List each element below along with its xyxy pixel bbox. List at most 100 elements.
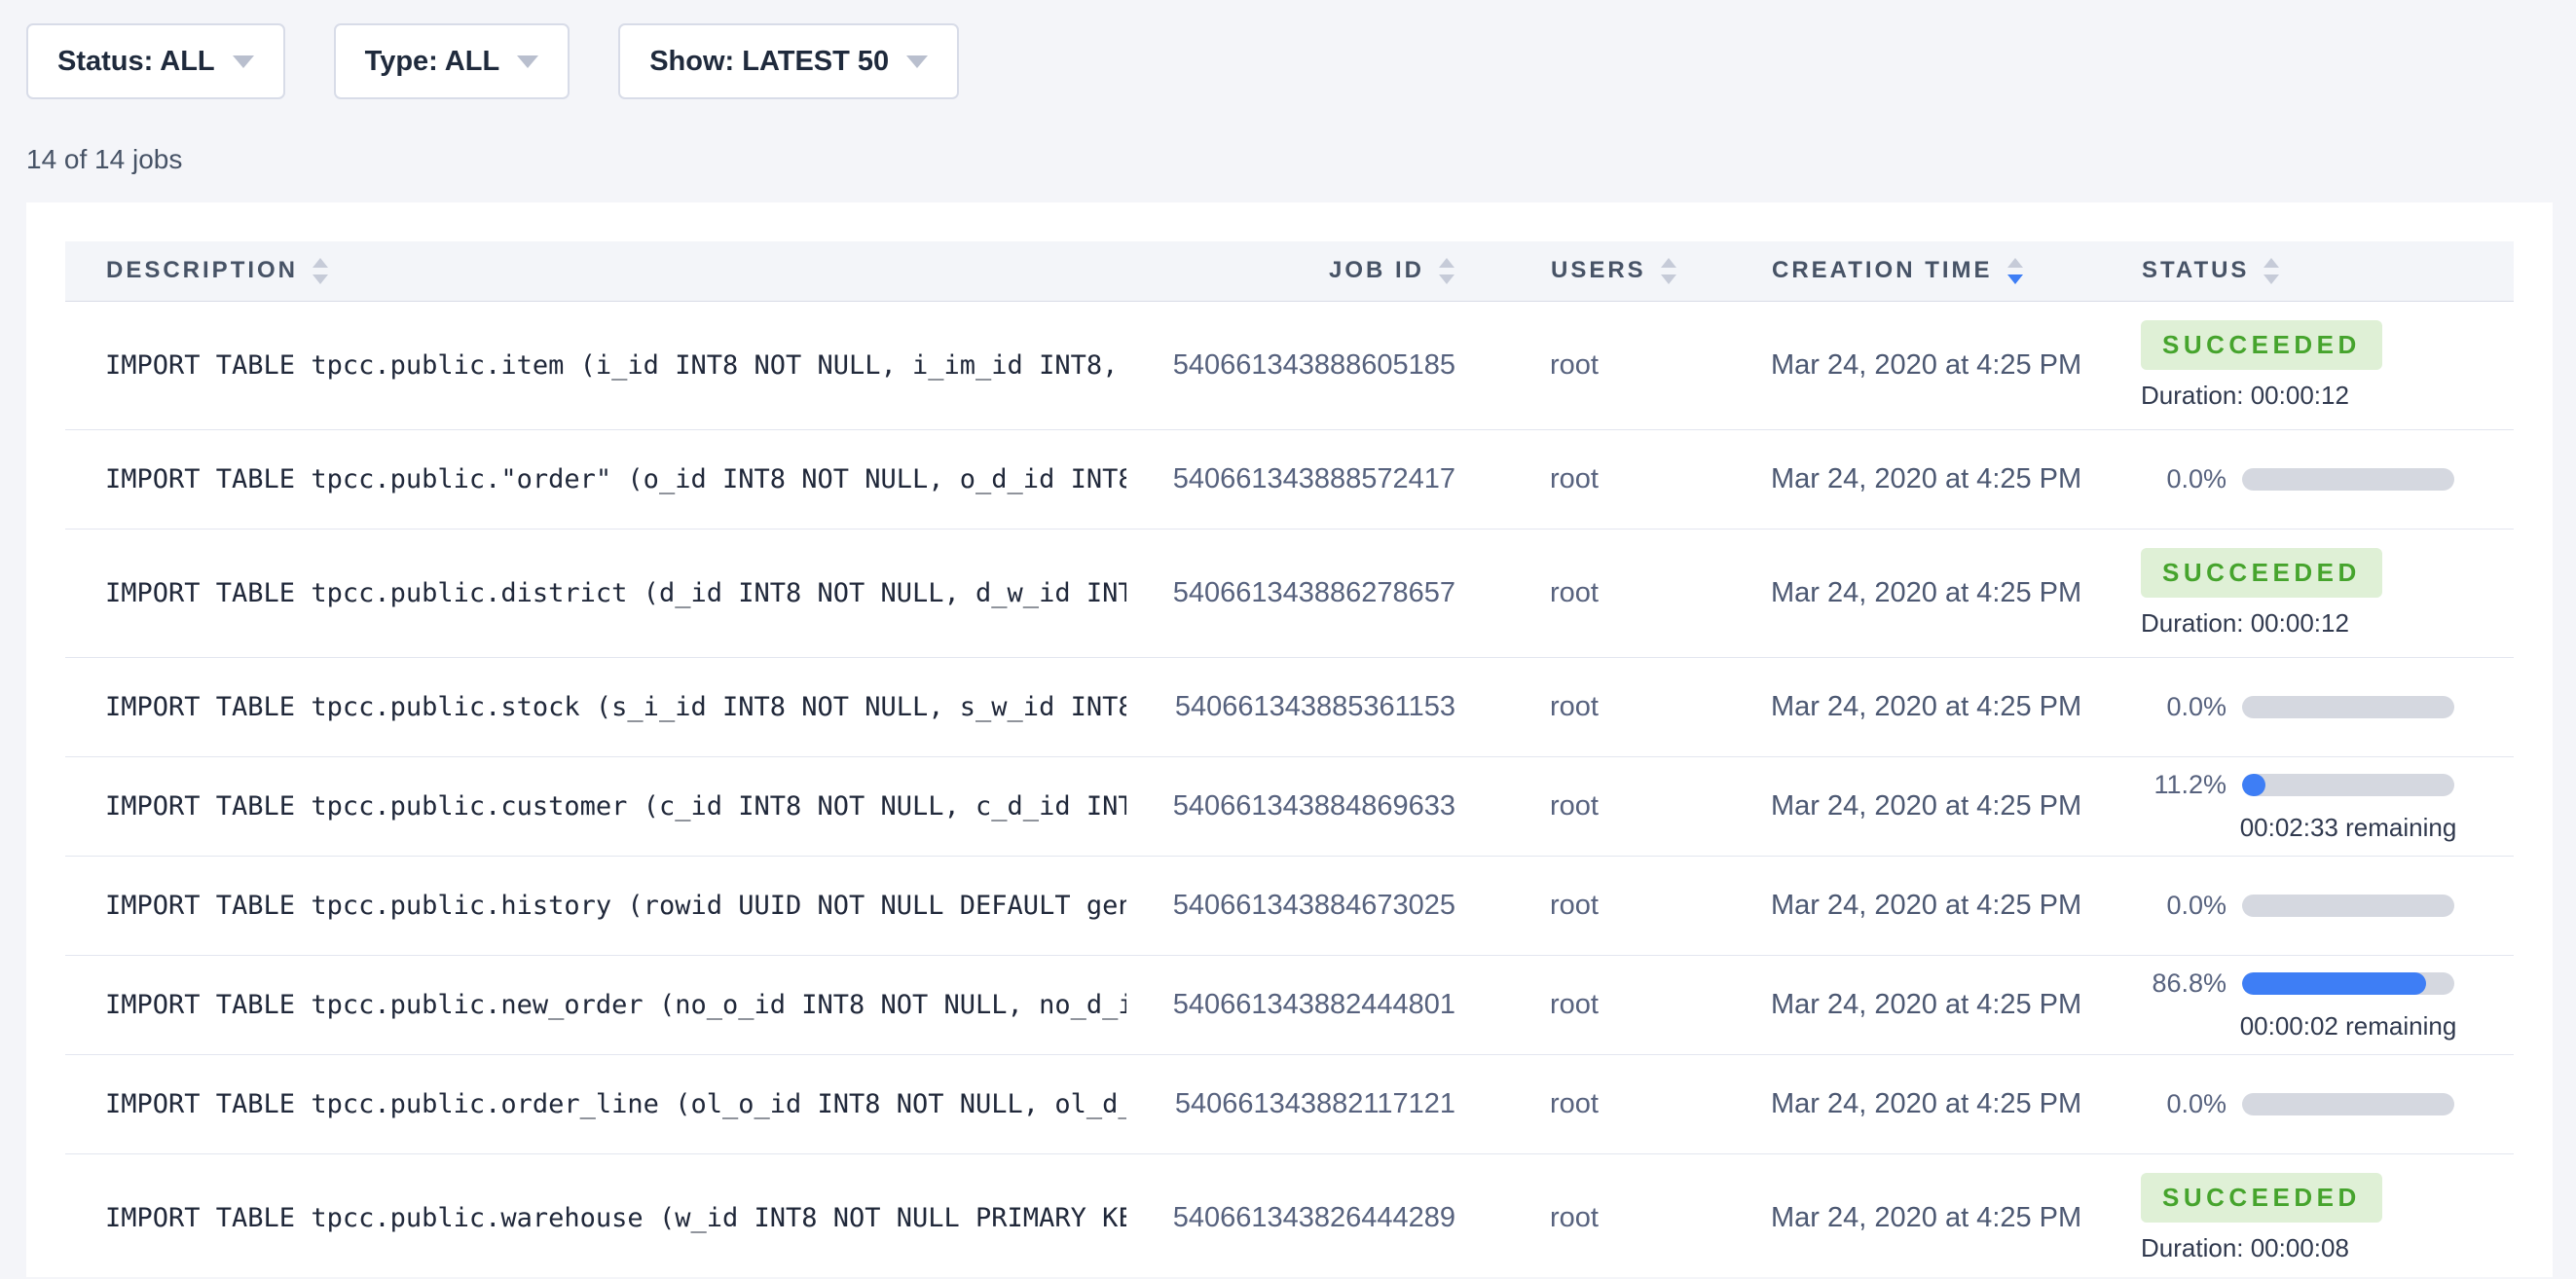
column-header-label: STATUS bbox=[2142, 257, 2249, 284]
job-user: root bbox=[1467, 429, 1691, 529]
status-badge: SUCCEEDED bbox=[2141, 548, 2382, 598]
table-row: IMPORT TABLE tpcc.public.district (d_id … bbox=[65, 529, 2514, 657]
column-header-users[interactable]: USERS bbox=[1467, 241, 1691, 301]
job-id-cell: 540661343884869633 bbox=[1126, 756, 1467, 856]
job-id-link[interactable]: 540661343888605185 bbox=[1173, 349, 1455, 381]
column-header-job_id[interactable]: JOB ID bbox=[1126, 241, 1467, 301]
column-header-label: USERS bbox=[1551, 257, 1646, 284]
job-creation-time: Mar 24, 2020 at 4:25 PM bbox=[1691, 429, 2061, 529]
job-status-cell: 0.0% bbox=[2061, 657, 2514, 756]
job-creation-time: Mar 24, 2020 at 4:25 PM bbox=[1691, 657, 2061, 756]
progress-line: 0.0% bbox=[2141, 891, 2513, 921]
sort-icons bbox=[2263, 258, 2279, 284]
table-row: IMPORT TABLE tpcc.public.warehouse (w_id… bbox=[65, 1153, 2514, 1277]
type-filter-dropdown[interactable]: Type: ALL bbox=[334, 23, 570, 99]
job-id-cell: 540661343886278657 bbox=[1126, 529, 1467, 657]
column-header-label: DESCRIPTION bbox=[106, 257, 298, 284]
column-header-creation_time[interactable]: CREATION TIME bbox=[1691, 241, 2061, 301]
progress-bar-track bbox=[2242, 895, 2454, 917]
table-row: IMPORT TABLE tpcc.public.stock (s_i_id I… bbox=[65, 657, 2514, 756]
progress-line: 11.2% bbox=[2141, 770, 2513, 800]
job-user: root bbox=[1467, 301, 1691, 429]
job-creation-time: Mar 24, 2020 at 4:25 PM bbox=[1691, 301, 2061, 429]
job-id-cell: 540661343882117121 bbox=[1126, 1054, 1467, 1153]
status-filter-label: Status: ALL bbox=[57, 46, 215, 78]
job-status-cell: SUCCEEDEDDuration: 00:00:08 bbox=[2061, 1153, 2514, 1277]
status-time-remaining: 00:02:33 remaining bbox=[2207, 813, 2489, 843]
job-id-cell: 540661343888572417 bbox=[1126, 429, 1467, 529]
jobs-table-card: DESCRIPTION JOB ID USERS CREATION TIME STATU… bbox=[26, 202, 2553, 1277]
job-description: IMPORT TABLE tpcc.public.customer (c_id … bbox=[65, 756, 1126, 856]
job-status-cell: 0.0% bbox=[2061, 429, 2514, 529]
progress-bar-track bbox=[2242, 1093, 2454, 1115]
progress-bar-fill bbox=[2242, 774, 2265, 796]
job-id-link[interactable]: 540661343884869633 bbox=[1173, 790, 1455, 822]
sort-asc-icon bbox=[313, 258, 328, 268]
sort-desc-icon bbox=[2007, 274, 2023, 284]
job-status-cell: SUCCEEDED Duration: 00:00:12 bbox=[2061, 529, 2514, 657]
job-status-cell: 86.8%00:00:02 remaining bbox=[2061, 955, 2514, 1054]
progress-line: 0.0% bbox=[2141, 692, 2513, 722]
job-user: root bbox=[1467, 955, 1691, 1054]
status-badge: SUCCEEDED bbox=[2141, 320, 2382, 370]
job-user: root bbox=[1467, 1153, 1691, 1277]
table-row: IMPORT TABLE tpcc.public.item (i_id INT8… bbox=[65, 301, 2514, 429]
job-id-cell: 540661343888605185 bbox=[1126, 301, 1467, 429]
job-creation-time: Mar 24, 2020 at 4:25 PM bbox=[1691, 1054, 2061, 1153]
job-id-link[interactable]: 540661343886278657 bbox=[1173, 577, 1455, 608]
sort-desc-icon bbox=[313, 274, 328, 284]
job-description: IMPORT TABLE tpcc.public.item (i_id INT8… bbox=[65, 301, 1126, 429]
table-header-row: DESCRIPTION JOB ID USERS CREATION TIME STATU… bbox=[65, 241, 2514, 301]
jobs-table: DESCRIPTION JOB ID USERS CREATION TIME STATU… bbox=[65, 241, 2514, 1277]
job-creation-time: Mar 24, 2020 at 4:25 PM bbox=[1691, 529, 2061, 657]
type-filter-label: Type: ALL bbox=[365, 46, 500, 78]
show-filter-label: Show: LATEST 50 bbox=[649, 46, 889, 78]
sort-desc-icon bbox=[1661, 274, 1676, 284]
job-id-cell: 540661343884673025 bbox=[1126, 856, 1467, 955]
table-row: IMPORT TABLE tpcc.public.customer (c_id … bbox=[65, 756, 2514, 856]
table-row: IMPORT TABLE tpcc.public.new_order (no_o… bbox=[65, 955, 2514, 1054]
job-id-link[interactable]: 540661343884673025 bbox=[1173, 890, 1455, 921]
job-status-cell: 0.0% bbox=[2061, 1054, 2514, 1153]
table-row: IMPORT TABLE tpcc.public.history (rowid … bbox=[65, 856, 2514, 955]
progress-bar-fill bbox=[2242, 972, 2426, 995]
status-filter-dropdown[interactable]: Status: ALL bbox=[26, 23, 285, 99]
status-duration: Duration: 00:00:08 bbox=[2141, 1233, 2513, 1263]
job-id-link[interactable]: 540661343888572417 bbox=[1173, 463, 1455, 494]
job-id-link[interactable]: 540661343882117121 bbox=[1175, 1088, 1455, 1119]
job-description: IMPORT TABLE tpcc.public.warehouse (w_id… bbox=[65, 1153, 1126, 1277]
sort-asc-icon bbox=[1439, 258, 1454, 268]
job-status-cell: 0.0% bbox=[2061, 856, 2514, 955]
job-id-link[interactable]: 540661343885361153 bbox=[1175, 691, 1455, 722]
sort-icons bbox=[313, 258, 328, 284]
job-description: IMPORT TABLE tpcc.public."order" (o_id I… bbox=[65, 429, 1126, 529]
status-duration: Duration: 00:00:12 bbox=[2141, 381, 2513, 411]
jobs-count-summary: 14 of 14 jobs bbox=[26, 144, 2576, 175]
sort-icons bbox=[2007, 258, 2023, 284]
column-header-status[interactable]: STATUS bbox=[2061, 241, 2514, 301]
job-user: root bbox=[1467, 756, 1691, 856]
progress-percent: 11.2% bbox=[2141, 770, 2226, 800]
column-header-description[interactable]: DESCRIPTION bbox=[65, 241, 1126, 301]
progress-line: 0.0% bbox=[2141, 1089, 2513, 1119]
progress-line: 86.8% bbox=[2141, 968, 2513, 999]
show-filter-dropdown[interactable]: Show: LATEST 50 bbox=[618, 23, 959, 99]
status-duration: Duration: 00:00:12 bbox=[2141, 608, 2513, 639]
job-status-cell: SUCCEEDED Duration: 00:00:12 bbox=[2061, 301, 2514, 429]
job-id-link[interactable]: 540661343882444801 bbox=[1173, 989, 1455, 1020]
sort-asc-icon bbox=[2263, 258, 2279, 268]
job-id-cell: 540661343826444289 bbox=[1126, 1153, 1467, 1277]
job-status-cell: 11.2% 00:02:33 remaining bbox=[2061, 756, 2514, 856]
job-description: IMPORT TABLE tpcc.public.new_order (no_o… bbox=[65, 955, 1126, 1054]
job-user: root bbox=[1467, 529, 1691, 657]
sort-desc-icon bbox=[2263, 274, 2279, 284]
job-description: IMPORT TABLE tpcc.public.order_line (ol_… bbox=[65, 1054, 1126, 1153]
job-user: root bbox=[1467, 856, 1691, 955]
progress-bar-track bbox=[2242, 468, 2454, 491]
job-creation-time: Mar 24, 2020 at 4:25 PM bbox=[1691, 1153, 2061, 1277]
job-creation-time: Mar 24, 2020 at 4:25 PM bbox=[1691, 756, 2061, 856]
table-row: IMPORT TABLE tpcc.public.order_line (ol_… bbox=[65, 1054, 2514, 1153]
job-creation-time: Mar 24, 2020 at 4:25 PM bbox=[1691, 856, 2061, 955]
progress-percent: 0.0% bbox=[2141, 692, 2226, 722]
job-id-link[interactable]: 540661343826444289 bbox=[1173, 1202, 1455, 1233]
